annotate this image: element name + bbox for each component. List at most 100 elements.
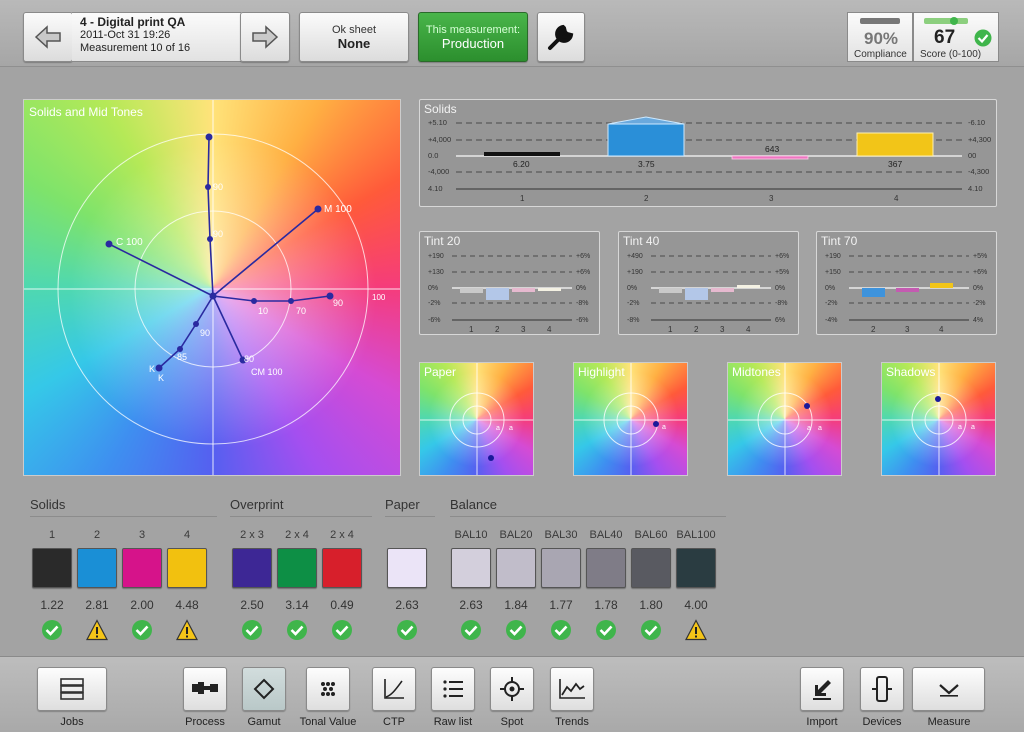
tint-40-panel[interactable]: Tint 40 +490 +190 0% -2% -8% +6% +5% 0% -8% …	[618, 231, 799, 335]
trends-button[interactable]	[550, 667, 594, 711]
gamut-label-c100: C 100	[116, 237, 143, 248]
color-swatch[interactable]	[586, 548, 626, 588]
color-swatch[interactable]	[496, 548, 536, 588]
curve-icon	[384, 679, 404, 699]
midtones-gamut-a1: a	[807, 425, 811, 432]
gamut-label-80: 80	[244, 354, 254, 364]
chevron-down-icon	[938, 684, 959, 697]
solids-right-tick: 00	[968, 151, 976, 160]
swatch-delta-value: 1.80	[639, 598, 663, 612]
process-icon	[192, 682, 218, 694]
color-swatch[interactable]	[122, 548, 162, 588]
next-measurement-button[interactable]	[240, 12, 290, 62]
top-bar: 4 - Digital print QA 2011-Oct 31 19:26 M…	[0, 0, 1024, 67]
balance-section-title: Balance	[450, 497, 726, 517]
color-swatch[interactable]	[541, 548, 581, 588]
swatch-label: BAL30	[544, 529, 578, 541]
swatch-delta-value: 2.00	[130, 598, 154, 612]
highlight-gamut[interactable]: Highlight a	[573, 362, 688, 476]
color-swatch[interactable]	[77, 548, 117, 588]
process-button[interactable]	[183, 667, 227, 711]
solids-bar-2	[607, 123, 685, 157]
color-swatch[interactable]	[387, 548, 427, 588]
color-swatch[interactable]	[32, 548, 72, 588]
color-swatch[interactable]	[676, 548, 716, 588]
compliance-box[interactable]: 90% Compliance	[847, 12, 913, 62]
highlight-gamut-a1: a	[662, 424, 666, 431]
color-swatch[interactable]	[232, 548, 272, 588]
tint-20-right-tick: -6%	[576, 317, 588, 324]
this-measurement-button[interactable]: This measurement: Production	[418, 12, 528, 62]
swatch-label: 2 x 4	[285, 529, 309, 541]
swatch-label: BAL20	[499, 529, 533, 541]
solids-panel[interactable]: Solids +5.10 +4,000 0.0 -4,000 4.10 -6.1…	[419, 99, 997, 207]
highlight-gamut-plot: a	[574, 363, 687, 475]
color-swatch[interactable]	[167, 548, 207, 588]
jobs-button[interactable]	[37, 667, 107, 711]
midtones-gamut[interactable]: Midtones a a	[727, 362, 842, 476]
solids-bar-4	[856, 132, 934, 157]
tint-20-panel[interactable]: Tint 20 +190 +130 0% -2% -6% +6% +6% 0% -8% …	[419, 231, 600, 335]
ok-sheet-value: None	[337, 35, 371, 51]
ok-sheet-button[interactable]: Ok sheet None	[299, 12, 409, 62]
compliance-bar	[860, 18, 900, 24]
spot-button[interactable]	[490, 667, 534, 711]
tint-20-bar	[538, 288, 561, 291]
previous-measurement-button[interactable]	[23, 12, 73, 62]
shadows-gamut[interactable]: Shadows a a	[881, 362, 996, 476]
job-info[interactable]: 4 - Digital print QA 2011-Oct 31 19:26 M…	[72, 12, 241, 62]
gamut-button[interactable]	[242, 667, 286, 711]
paper-gamut[interactable]: Paper a a	[419, 362, 534, 476]
color-swatch[interactable]	[451, 548, 491, 588]
solids-section-title: Solids	[30, 497, 217, 517]
jobs-icon	[60, 678, 84, 700]
score-box[interactable]: 67 Score (0-100)	[913, 12, 999, 62]
shadows-gamut-plot: a a	[882, 363, 995, 475]
devices-button[interactable]	[860, 667, 904, 711]
swatch-delta-value: 0.49	[330, 598, 354, 612]
import-icon	[813, 680, 831, 700]
solids-x-label: 3	[769, 194, 774, 203]
solids-right-tick: +4,300	[968, 135, 991, 144]
import-button[interactable]	[800, 667, 844, 711]
swatch-label: 4	[183, 529, 191, 541]
ok-sheet-label: Ok sheet	[331, 23, 377, 36]
tint-70-x-label: 3	[905, 325, 910, 334]
solids-value-4: 367	[888, 159, 902, 169]
wrench-icon	[548, 24, 574, 50]
color-swatch[interactable]	[277, 548, 317, 588]
measure-label: Measure	[927, 716, 971, 728]
solids-right-tick: 4.10	[968, 184, 983, 193]
swatch-label: 2 x 3	[240, 529, 264, 541]
ctp-button[interactable]	[372, 667, 416, 711]
check-icon	[42, 620, 62, 640]
color-swatch[interactable]	[631, 548, 671, 588]
swatch-label: 1	[48, 529, 56, 541]
tint-70-panel[interactable]: Tint 70 +190 +150 0% -2% -4% +5% +6% 0% -2% …	[816, 231, 997, 335]
tint-40-left-tick: -2%	[627, 300, 639, 307]
tint-70-bar	[862, 288, 885, 297]
gamut-diagram[interactable]: Solids and Mid Tones M 100 C 100 CM 100 …	[23, 99, 401, 476]
tonal-value-button[interactable]	[306, 667, 350, 711]
tint-20-left-tick: +130	[428, 269, 444, 276]
check-icon	[332, 620, 352, 640]
solids-bar-2-cap	[607, 116, 685, 125]
tint-20-right-tick: 0%	[576, 285, 586, 292]
settings-button[interactable]	[537, 12, 585, 62]
color-swatch[interactable]	[322, 548, 362, 588]
solids-chart: +5.10 +4,000 0.0 -4,000 4.10 -6.10 +4,30…	[428, 116, 991, 203]
swatch-label: 2 x 4	[330, 529, 354, 541]
paper-section-title: Paper	[385, 497, 435, 517]
tint-20-right-tick: -8%	[576, 300, 588, 307]
measure-button[interactable]	[912, 667, 985, 711]
tint-40-x-label: 2	[694, 325, 699, 334]
raw-list-button[interactable]	[431, 667, 475, 711]
gamut-label-90c: 90	[200, 328, 210, 338]
swatch-label: BAL100	[676, 529, 716, 541]
check-icon	[397, 620, 417, 640]
gamut-label-90b: 90	[213, 229, 223, 239]
gamut-label-m100: M 100	[324, 204, 352, 215]
solids-bar-1	[484, 152, 560, 156]
tint-70-right-tick: 0%	[973, 285, 983, 292]
job-measurement: Measurement 10 of 16	[80, 42, 191, 54]
